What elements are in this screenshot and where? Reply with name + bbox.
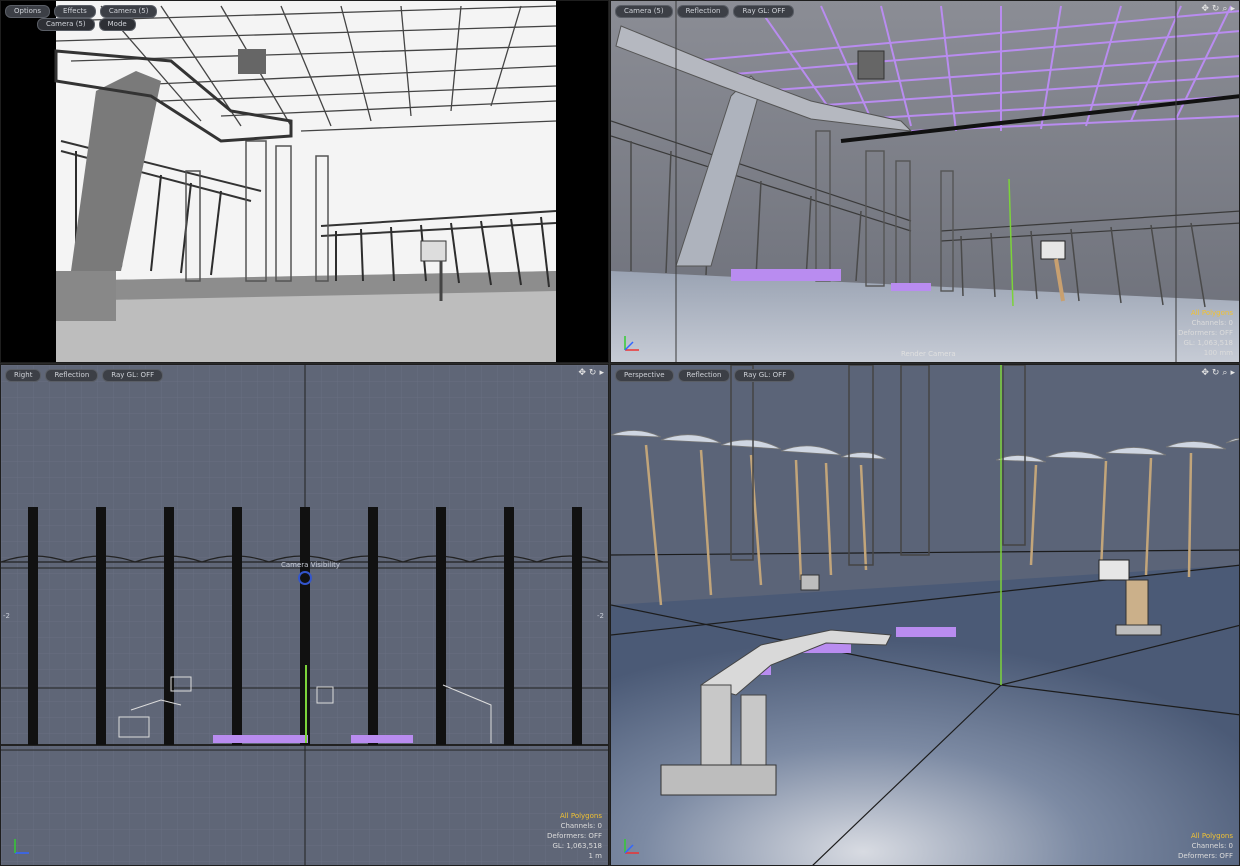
stat-gl: GL: 1,063,518 [552,842,602,850]
viewport-subheader: Camera (5) Mode [37,18,136,31]
move-icon[interactable]: ✥ [1201,368,1209,379]
perspective-scene [611,365,1239,865]
viewport-header: Options Effects Camera (5) [5,5,158,18]
tab-reflection[interactable]: Reflection [676,5,730,18]
stat-polygons: All Polygons [1190,832,1233,840]
stat-deformers: Deformers: OFF [1178,852,1233,860]
viewport-header: Perspective Reflection Ray GL: OFF [615,369,796,382]
axis-gizmo-icon [11,835,33,857]
tab-raygl[interactable]: Ray GL: OFF [102,369,164,382]
stat-scale: 100 mm [1203,349,1233,357]
stat-scale: 1 m [588,852,603,860]
axis-mark-right: -2 [597,612,604,620]
tab-camera-sub[interactable]: Camera (5) [37,18,95,31]
stat-polygons: All Polygons [1190,309,1233,317]
tab-raygl[interactable]: Ray GL: OFF [733,5,795,18]
render-camera-label: Render Camera [901,350,956,358]
viewport-stats: All Polygons Channels: 0 Deformers: OFF [1178,831,1233,861]
tab-perspective[interactable]: Perspective [615,369,674,382]
tab-camera[interactable]: Camera (5) [99,5,158,18]
viewport-tools: ✥ ↻ ▸ [578,368,604,379]
viewport-stats: All Polygons Channels: 0 Deformers: OFF … [547,811,602,861]
zoom-icon[interactable]: ⌕ [1222,368,1227,379]
tab-reflection[interactable]: Reflection [677,369,731,382]
rotate-icon[interactable]: ↻ [589,368,597,379]
tab-mode[interactable]: Mode [98,18,136,31]
move-icon[interactable]: ✥ [578,368,586,379]
menu-arrow-icon[interactable]: ▸ [1230,368,1235,379]
stat-gl: GL: 1,063,518 [1183,339,1233,347]
tab-effects[interactable]: Effects [54,5,96,18]
viewport-stats: All Polygons Channels: 0 Deformers: OFF … [1178,308,1233,358]
zoom-icon[interactable]: ⌕ [1222,4,1227,15]
axis-gizmo-icon [621,332,643,354]
menu-arrow-icon[interactable]: ▸ [599,368,604,379]
stat-polygons: All Polygons [559,812,602,820]
ortho-scene [1,365,608,865]
stat-channels: Channels: 0 [1191,842,1233,850]
tab-right[interactable]: Right [5,369,42,382]
viewport-camera[interactable]: Camera (5) Reflection Ray GL: OFF ✥ ↻ ⌕ … [610,0,1240,363]
viewport-perspective[interactable]: Perspective Reflection Ray GL: OFF ✥ ↻ ⌕… [610,364,1240,866]
stat-deformers: Deformers: OFF [547,832,602,840]
move-icon[interactable]: ✥ [1201,4,1209,15]
viewport-tools: ✥ ↻ ⌕ ▸ [1201,4,1235,15]
tab-raygl[interactable]: Ray GL: OFF [734,369,796,382]
tab-options[interactable]: Options [5,5,51,18]
viewport-header: Right Reflection Ray GL: OFF [5,369,164,382]
render-scene [54,1,557,362]
axis-mark-left: -2 [3,612,10,620]
stat-channels: Channels: 0 [1191,319,1233,327]
tab-camera[interactable]: Camera (5) [615,5,673,18]
rotate-icon[interactable]: ↻ [1212,368,1220,379]
stat-channels: Channels: 0 [560,822,602,830]
viewport-right[interactable]: Right Reflection Ray GL: OFF ✥ ↻ ▸ Camer… [0,364,609,866]
camera-visibility-label: Camera Visibility [281,561,341,569]
viewport-tools: ✥ ↻ ⌕ ▸ [1201,368,1235,379]
tab-reflection[interactable]: Reflection [45,369,99,382]
viewport-render-preview[interactable]: Options Effects Camera (5) Camera (5) Mo… [0,0,609,363]
axis-gizmo-icon [621,835,643,857]
viewport-header: Camera (5) Reflection Ray GL: OFF [615,5,795,18]
rotate-icon[interactable]: ↻ [1212,4,1220,15]
camera-scene [611,1,1239,362]
menu-arrow-icon[interactable]: ▸ [1230,4,1235,15]
stat-deformers: Deformers: OFF [1178,329,1233,337]
